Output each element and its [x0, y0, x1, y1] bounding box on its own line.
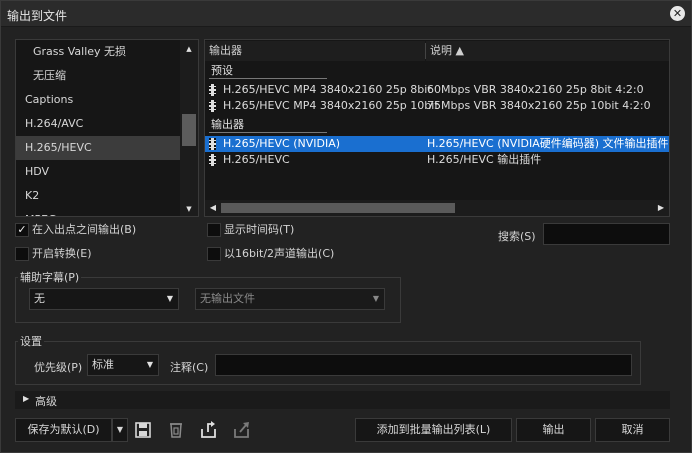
comment-label: 注释(C): [170, 361, 209, 374]
exporter-table-hscrollbar[interactable]: ◀ ▶: [205, 200, 669, 216]
comment-input[interactable]: [215, 354, 632, 376]
settings-group-title: 设置: [18, 333, 44, 349]
table-group-label: 输出器: [211, 118, 244, 131]
export-dialog: 输出到文件 ✕ Grass Valley 无损 无压缩 Captions H.264/…: [0, 0, 692, 453]
save-as-default-button[interactable]: 保存为默认(D): [15, 418, 112, 442]
scroll-down-icon[interactable]: ▼: [180, 202, 198, 216]
subtitle-mode-dropdown[interactable]: 无 ▼: [29, 288, 179, 310]
category-list-scrollbar[interactable]: ▲ ▼: [180, 40, 198, 216]
film-icon: [209, 154, 216, 166]
film-icon: [209, 84, 216, 96]
checkmark-icon[interactable]: ✓: [15, 223, 29, 237]
category-list-item[interactable]: HDV: [16, 160, 180, 184]
table-group-label: 预设: [211, 64, 233, 77]
chevron-down-icon[interactable]: ▼: [167, 289, 173, 309]
category-list-item[interactable]: MPEG: [16, 208, 180, 216]
export-button[interactable]: 输出: [516, 418, 591, 442]
film-icon: [209, 138, 216, 150]
search-label: 搜索(S): [498, 230, 536, 243]
table-row[interactable]: H.265/HEVC MP4 3840x2160 25p 8bit 60Mbps …: [205, 82, 669, 98]
table-row[interactable]: H.265/HEVC MP4 3840x2160 25p 10bit 75Mbps…: [205, 98, 669, 114]
film-icon: [209, 100, 216, 112]
scroll-thumb[interactable]: [182, 114, 196, 146]
delete-preset-icon[interactable]: [166, 420, 186, 440]
category-list: Grass Valley 无损 无压缩 Captions H.264/AVC H.265…: [15, 39, 199, 217]
subtitle-group-title: 辅助字幕(P): [18, 269, 82, 285]
category-list-item[interactable]: Grass Valley 无损: [16, 40, 180, 64]
scroll-left-icon[interactable]: ◀: [206, 200, 220, 216]
cancel-button[interactable]: 取消: [595, 418, 670, 442]
export-preset-icon[interactable]: [232, 420, 252, 440]
exporter-name: H.265/HEVC MP4 3840x2160 25p 10bit: [223, 99, 439, 112]
exporter-description: H.265/HEVC 输出插件: [427, 153, 542, 166]
category-list-item[interactable]: K2: [16, 184, 180, 208]
exporter-description: 60Mbps VBR 3840x2160 25p 8bit 4:2:0: [427, 83, 644, 96]
save-default-dropdown-icon[interactable]: ▼: [112, 418, 128, 442]
table-row[interactable]: H.265/HEVC (NVIDIA) H.265/HEVC (NVIDIA硬件编…: [205, 136, 669, 152]
chevron-down-icon[interactable]: ▼: [147, 355, 153, 375]
exporter-description: 75Mbps VBR 3840x2160 25p 10bit 4:2:0: [427, 99, 651, 112]
group-divider: [209, 132, 327, 133]
import-preset-icon[interactable]: [199, 420, 219, 440]
exporter-name: H.265/HEVC: [223, 153, 290, 166]
group-divider: [209, 78, 327, 79]
hscroll-thumb[interactable]: [221, 203, 455, 213]
exporter-table: 输出器 说明 ▲ 预设 H.265/HEVC MP4 3840x2160 25p …: [204, 39, 670, 217]
subtitle-file-dropdown[interactable]: 无输出文件 ▼: [195, 288, 385, 310]
chevron-down-icon[interactable]: ▼: [373, 289, 379, 309]
exporter-name: H.265/HEVC (NVIDIA): [223, 137, 341, 150]
expand-arrow-icon[interactable]: ▶: [23, 394, 29, 403]
priority-label: 优先级(P): [34, 361, 83, 374]
exporter-name: H.265/HEVC MP4 3840x2160 25p 8bit: [223, 83, 432, 96]
category-list-item[interactable]: H.264/AVC: [16, 112, 180, 136]
column-header-description[interactable]: 说明 ▲: [426, 41, 669, 61]
advanced-section-toggle[interactable]: ▶ 高级: [15, 391, 670, 409]
close-icon[interactable]: ✕: [670, 6, 685, 21]
title-bar: 输出到文件 ✕: [1, 1, 691, 27]
search-input[interactable]: [543, 223, 670, 245]
column-header-exporter[interactable]: 输出器: [205, 41, 425, 61]
category-list-item[interactable]: 无压缩: [16, 64, 180, 88]
table-row[interactable]: H.265/HEVC H.265/HEVC 输出插件: [205, 152, 669, 168]
scroll-right-icon[interactable]: ▶: [654, 200, 668, 216]
priority-dropdown[interactable]: 标准 ▼: [87, 354, 159, 376]
dialog-title: 输出到文件: [7, 9, 68, 23]
scroll-up-icon[interactable]: ▲: [180, 42, 198, 56]
add-to-batch-list-button[interactable]: 添加到批量输出列表(L): [355, 418, 512, 442]
exporter-description: H.265/HEVC (NVIDIA硬件编码器) 文件输出插件: [427, 137, 669, 150]
save-icon[interactable]: [133, 420, 153, 440]
category-list-item[interactable]: H.265/HEVC: [16, 136, 180, 160]
category-list-item[interactable]: Captions: [16, 88, 180, 112]
